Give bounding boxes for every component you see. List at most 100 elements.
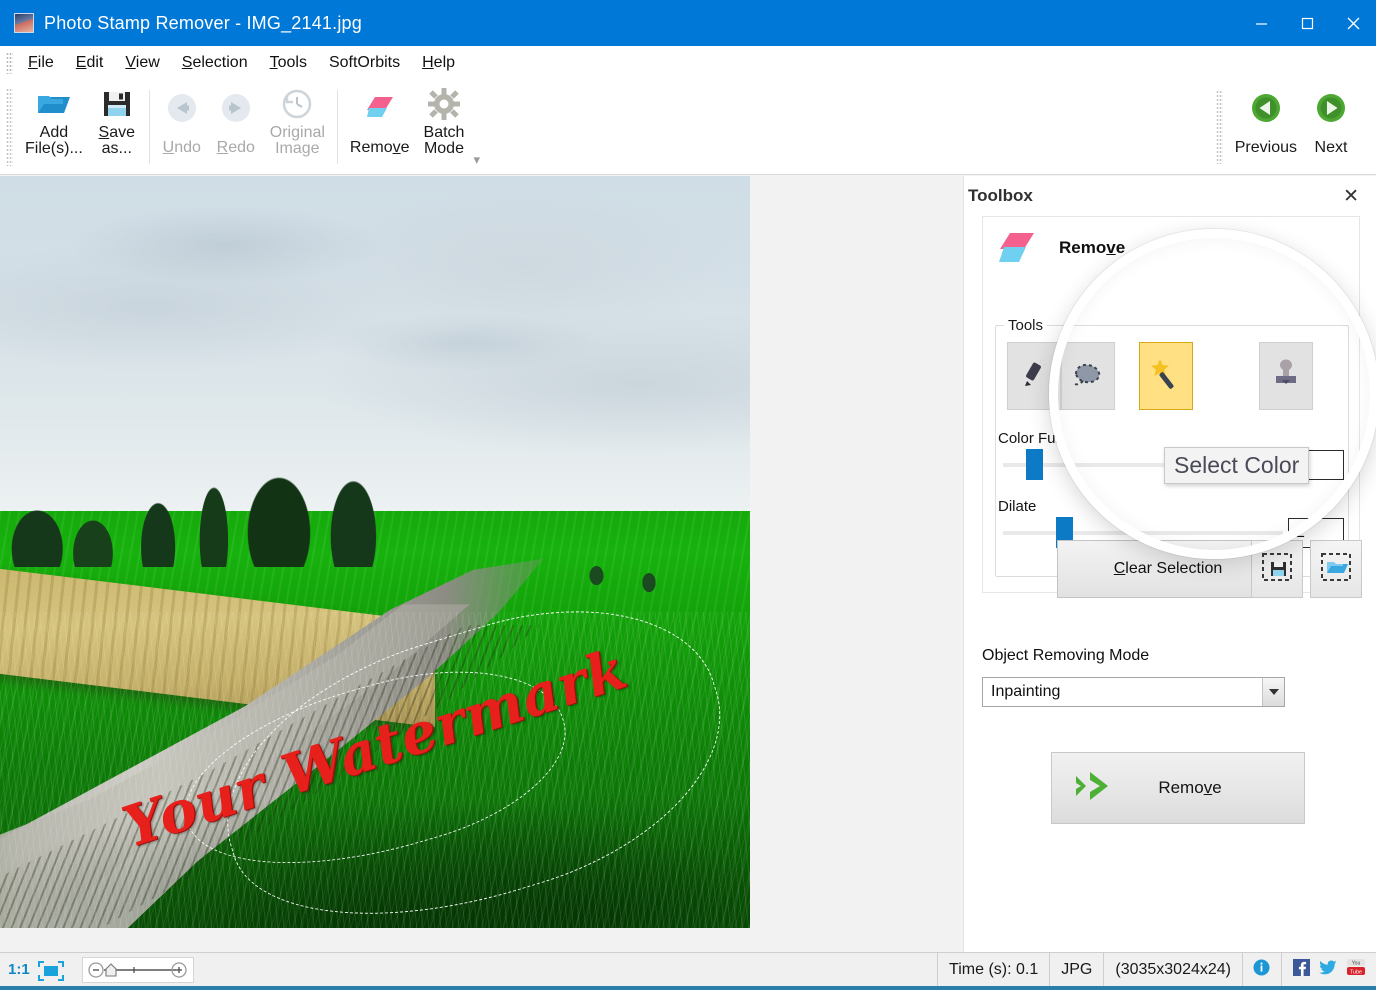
info-icon[interactable] bbox=[1253, 959, 1270, 981]
maximize-button[interactable] bbox=[1284, 0, 1330, 46]
save-selection-button[interactable] bbox=[1251, 540, 1303, 598]
distant-tree-2 bbox=[637, 567, 660, 594]
tools-legend: Tools bbox=[1008, 317, 1044, 334]
processing-time-label: Time (s): 0.1 bbox=[949, 960, 1039, 978]
menu-item-tools[interactable]: Tools bbox=[259, 51, 318, 75]
dilate-track bbox=[1003, 531, 1283, 535]
navigation-grip-handle[interactable] bbox=[1215, 90, 1223, 164]
remove-action-label: Remove bbox=[1158, 778, 1222, 797]
redo-arrow-icon bbox=[220, 86, 252, 130]
sky-region bbox=[0, 176, 750, 522]
toolbox-title: Toolbox bbox=[968, 186, 1033, 205]
dilate-label: Dilate bbox=[998, 498, 1037, 515]
chevron-down-icon[interactable] bbox=[1262, 678, 1284, 706]
undo-button[interactable]: Undo bbox=[155, 80, 209, 175]
tree-line-region bbox=[0, 476, 465, 568]
image-format-label: JPG bbox=[1061, 960, 1093, 978]
image-workspace[interactable]: Your Watermark bbox=[0, 176, 963, 952]
eraser-icon bbox=[364, 86, 396, 130]
window-title: Photo Stamp Remover - IMG_2141.jpg bbox=[44, 12, 362, 33]
stamp-tool-button[interactable] bbox=[1259, 342, 1313, 410]
select-color-tooltip[interactable]: Select Color bbox=[1164, 447, 1310, 484]
redo-label: Redo bbox=[216, 139, 255, 156]
menu-item-selection[interactable]: Selection bbox=[171, 51, 259, 75]
toolbox-close-icon[interactable]: ✕ bbox=[1338, 185, 1364, 208]
batch-mode-label: Batch Mode bbox=[423, 124, 465, 157]
redo-button[interactable]: Redo bbox=[209, 80, 263, 175]
load-selection-button[interactable] bbox=[1310, 540, 1362, 598]
clear-selection-label: Clear Selection bbox=[1113, 560, 1223, 577]
tool-row-gap bbox=[1115, 342, 1139, 410]
object-removing-mode-value: Inpainting bbox=[991, 683, 1061, 700]
zoom-ratio-button[interactable]: 1:1 bbox=[8, 961, 30, 978]
menu-item-edit[interactable]: Edit bbox=[65, 51, 115, 75]
window-controls bbox=[1238, 0, 1376, 46]
title-bar: Photo Stamp Remover - IMG_2141.jpg bbox=[0, 0, 1376, 46]
remove-ribbon-button[interactable]: Remove bbox=[343, 80, 417, 175]
ribbon-expander-button[interactable]: ▾ bbox=[473, 152, 480, 168]
facebook-icon[interactable] bbox=[1293, 958, 1310, 981]
svg-text:Tube: Tube bbox=[1350, 969, 1362, 975]
marker-pen-icon bbox=[1019, 359, 1049, 394]
floppy-save-icon bbox=[102, 86, 132, 122]
color-fuzz-thumb[interactable] bbox=[1026, 449, 1043, 480]
fit-to-screen-icon[interactable] bbox=[37, 960, 64, 981]
menu-item-view[interactable]: View bbox=[114, 51, 170, 75]
green-double-arrow-icon bbox=[1070, 769, 1116, 808]
remove-action-button[interactable]: Remove bbox=[1051, 752, 1305, 824]
remove-section-title: Remove bbox=[1059, 238, 1126, 257]
clear-selection-button[interactable]: Clear Selection bbox=[1057, 540, 1279, 598]
menu-item-softorbits[interactable]: SoftOrbits bbox=[318, 51, 411, 75]
lasso-tool-button[interactable] bbox=[1061, 342, 1115, 410]
menu-bar: FFileile Edit View Selection Tools SoftO… bbox=[0, 46, 1376, 80]
status-bar: 1:1 Time (s): 0.1 JPG (3035x3024x24) You… bbox=[0, 952, 1376, 987]
batch-mode-button[interactable]: Batch Mode bbox=[417, 80, 472, 175]
ribbon-grip-handle[interactable] bbox=[6, 88, 13, 166]
toolbox-header: Toolbox ✕ bbox=[964, 176, 1376, 216]
next-arrow-icon bbox=[1316, 86, 1346, 130]
clone-stamp-icon bbox=[1270, 358, 1302, 395]
object-removing-mode-select[interactable]: Inpainting bbox=[982, 677, 1285, 707]
eraser-icon bbox=[997, 231, 1037, 265]
ribbon-toolbar: Add File(s)... Save as... Undo Redo Orig… bbox=[0, 80, 1376, 175]
youtube-icon[interactable]: You Tube bbox=[1346, 958, 1366, 981]
clock-history-icon bbox=[281, 86, 313, 122]
menu-grip-handle[interactable] bbox=[6, 52, 13, 74]
tool-row-gap-2 bbox=[1193, 342, 1259, 410]
photo-canvas[interactable]: Your Watermark bbox=[0, 176, 750, 928]
minimize-button[interactable] bbox=[1238, 0, 1284, 46]
distant-tree-1 bbox=[585, 559, 608, 586]
menu-item-help[interactable]: Help bbox=[411, 51, 466, 75]
ribbon-group-file: Add File(s)... Save as... bbox=[18, 80, 144, 175]
previous-arrow-icon bbox=[1251, 86, 1281, 130]
ribbon-group-history: Undo Redo Original Image bbox=[155, 80, 332, 175]
original-image-button[interactable]: Original Image bbox=[263, 80, 332, 175]
previous-button[interactable]: Previous bbox=[1228, 80, 1304, 175]
status-separator-5 bbox=[1281, 952, 1282, 987]
magic-wand-tool-button[interactable] bbox=[1139, 342, 1193, 410]
app-photo-icon bbox=[14, 13, 34, 33]
ribbon-separator-1 bbox=[148, 90, 150, 164]
load-selection-icon bbox=[1321, 552, 1351, 586]
marker-tool-button[interactable] bbox=[1007, 342, 1061, 410]
previous-label: Previous bbox=[1234, 139, 1297, 156]
remove-ribbon-label: Remove bbox=[349, 139, 410, 156]
twitter-icon[interactable] bbox=[1319, 960, 1337, 980]
open-folder-icon bbox=[36, 86, 72, 122]
save-as-label: Save as... bbox=[98, 124, 136, 157]
next-label: Next bbox=[1314, 139, 1348, 156]
save-as-button[interactable]: Save as... bbox=[90, 80, 144, 175]
close-button[interactable] bbox=[1330, 0, 1376, 46]
menu-item-file[interactable]: FFileile bbox=[17, 51, 65, 75]
lasso-selection-icon bbox=[1071, 360, 1105, 393]
next-button[interactable]: Next bbox=[1304, 80, 1358, 175]
ribbon-separator-2 bbox=[336, 90, 338, 164]
gear-icon bbox=[427, 86, 460, 122]
add-files-button[interactable]: Add File(s)... bbox=[18, 80, 90, 175]
zoom-slider[interactable] bbox=[81, 956, 194, 983]
image-dimensions-label: (3035x3024x24) bbox=[1115, 960, 1231, 978]
status-icon-group: You Tube bbox=[1243, 952, 1376, 987]
tool-button-row bbox=[1007, 342, 1313, 410]
application-window: Photo Stamp Remover - IMG_2141.jpg FFile… bbox=[0, 0, 1376, 990]
window-bottom-strip bbox=[0, 986, 1376, 990]
